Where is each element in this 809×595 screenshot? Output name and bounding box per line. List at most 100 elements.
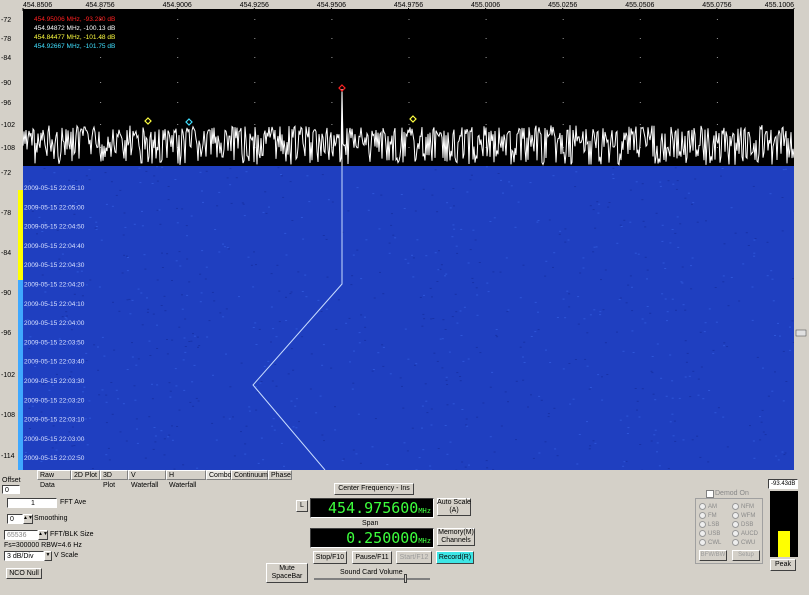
demod-mode-label: USB: [708, 531, 721, 538]
freq-tick-label: 454.9506: [317, 2, 346, 9]
level-meter: [770, 491, 798, 557]
demod-mode-wfm[interactable]: WFM: [732, 512, 755, 519]
demod-on-checkbox[interactable]: [706, 490, 714, 498]
waterfall-ytick-label: -108: [1, 412, 15, 419]
center-frequency-unit: MHz: [418, 507, 431, 515]
waterfall-ytick-label: -90: [1, 290, 11, 297]
tab-raw-data[interactable]: Raw Data: [37, 470, 71, 489]
right-scroll-track[interactable]: [794, 9, 809, 470]
waterfall-timestamp: 2009-05-15 22:05:10: [24, 185, 85, 192]
radio-icon: [732, 521, 739, 528]
vscale-select[interactable]: 3 dB/Div: [4, 551, 44, 561]
smoothing-input[interactable]: 0: [7, 514, 23, 524]
vscale-label: V Scale: [54, 552, 79, 559]
waterfall-timestamp: 2009-05-15 22:03:00: [24, 436, 85, 443]
freq-tick-label: 454.9756: [394, 2, 423, 9]
demod-mode-fm[interactable]: FM: [699, 512, 717, 519]
level-meter-fill: [778, 533, 790, 557]
pause-button[interactable]: Pause/F11: [352, 551, 392, 564]
stop-button[interactable]: Stop/F10: [313, 551, 347, 564]
level-color-bar: [18, 190, 23, 280]
volume-slider-track[interactable]: [314, 578, 430, 580]
demod-setup-button[interactable]: Setup: [732, 550, 760, 561]
demod-mode-aucd[interactable]: AUCD: [732, 530, 758, 537]
tab-2d-plot[interactable]: 2D Plot: [71, 470, 100, 480]
radio-icon: [699, 539, 706, 546]
spectrum-ytick-label: -108: [1, 145, 15, 152]
waterfall-timestamp: 2009-05-15 22:03:50: [24, 339, 85, 346]
demod-mode-am[interactable]: AM: [699, 503, 717, 510]
fft-ave-input[interactable]: 1: [7, 498, 57, 508]
tab-h-waterfall[interactable]: H Waterfall: [166, 470, 206, 489]
auto-scale-button[interactable]: Auto Scale (A): [437, 498, 471, 516]
chevron-down-icon: ▼: [45, 552, 51, 559]
level-color-bar-low: [18, 280, 23, 470]
memory-channels-button[interactable]: Memory(M) Channels: [437, 528, 475, 546]
plot-svg: 454.8506 454.8756 454.9006 454.9256 454.9506…: [0, 0, 809, 471]
center-frequency-display[interactable]: 454.975600MHz: [310, 498, 434, 518]
nco-null-button[interactable]: NCO Null: [6, 568, 42, 579]
waterfall-panel[interactable]: [23, 166, 794, 470]
smoothing-spinner[interactable]: ▲▼: [23, 514, 33, 524]
start-button[interactable]: Start/F12: [396, 551, 432, 564]
span-label: Span: [362, 520, 379, 527]
tab-continuum[interactable]: Continuum: [231, 470, 268, 480]
span-unit: MHz: [418, 537, 431, 545]
spectrum-ytick-label: -72: [1, 17, 11, 24]
demod-mode-label: CWU: [741, 540, 756, 547]
waterfall-timestamp: 2009-05-15 22:02:50: [24, 455, 85, 462]
spectrum-ytick-label: -102: [1, 122, 15, 129]
volume-slider-thumb[interactable]: [404, 574, 407, 583]
demod-mode-label: LSB: [708, 522, 720, 529]
demod-mode-label: FM: [708, 513, 717, 520]
waterfall-timestamp: 2009-05-15 22:04:20: [24, 282, 85, 289]
center-frequency-button[interactable]: Center Frequency - Ins: [334, 483, 414, 495]
waterfall-timestamp: 2009-05-15 22:04:50: [24, 224, 85, 231]
demod-mode-cwl[interactable]: CWL: [699, 539, 721, 546]
demod-mode-label: AUCD: [741, 531, 759, 538]
tab-v-waterfall[interactable]: V Waterfall: [128, 470, 166, 489]
waterfall-timestamp: 2009-05-15 22:04:30: [24, 262, 85, 269]
record-button[interactable]: Record(R): [436, 551, 474, 564]
freq-tick-label: 454.8756: [85, 2, 114, 9]
tab-3d-plot[interactable]: 3D Plot: [100, 470, 128, 489]
demod-mode-nfm[interactable]: NFM: [732, 503, 754, 510]
waterfall-timestamp: 2009-05-15 22:05:00: [24, 204, 85, 211]
offset-input[interactable]: 0: [2, 485, 20, 494]
tab-combo[interactable]: Combo: [206, 470, 232, 480]
demod-mode-lsb[interactable]: LSB: [699, 521, 719, 528]
waterfall-ytick-label: -78: [1, 210, 11, 217]
spectrum-ytick-label: -90: [1, 80, 11, 87]
waterfall-ytick-label: -102: [1, 372, 15, 379]
freq-tick-label: 455.0256: [548, 2, 577, 9]
sound-card-volume-label: Sound Card Volume: [340, 569, 403, 576]
fft-blk-spinner[interactable]: ▲▼: [38, 530, 48, 540]
waterfall-timestamp: 2009-05-15 22:03:10: [24, 417, 85, 424]
fft-blk-select[interactable]: 65536: [4, 530, 38, 540]
mute-button[interactable]: Mute SpaceBar: [266, 563, 308, 583]
l-button[interactable]: L: [296, 500, 308, 512]
demod-bw-button[interactable]: BFW/BW: [699, 550, 727, 561]
demod-mode-label: NFM: [741, 504, 754, 511]
demod-mode-label: DSB: [741, 522, 754, 529]
demod-mode-usb[interactable]: USB: [699, 530, 720, 537]
fft-ave-label: FFT Ave: [60, 499, 87, 506]
vscale-dropdown[interactable]: ▼: [44, 551, 52, 561]
freq-tick-label: 454.9006: [163, 2, 192, 9]
peak-button[interactable]: Peak: [770, 559, 796, 571]
freq-tick-label: 455.0006: [471, 2, 500, 9]
tab-phase[interactable]: Phase: [268, 470, 292, 480]
demod-mode-label: WFM: [741, 513, 756, 520]
radio-icon: [732, 503, 739, 510]
waterfall-timestamp: 2009-05-15 22:04:10: [24, 301, 85, 308]
radio-icon: [699, 512, 706, 519]
demod-mode-dsb[interactable]: DSB: [732, 521, 753, 528]
waterfall-timestamp: 2009-05-15 22:03:40: [24, 359, 85, 366]
right-scroll-thumb[interactable]: [795, 329, 807, 337]
spectrum-ytick-label: -78: [1, 36, 11, 43]
demod-mode-cwu[interactable]: CWU: [732, 539, 755, 546]
radio-icon: [699, 503, 706, 510]
marker-readout: 454.84477 MHz, -101.48 dB: [34, 34, 115, 41]
center-frequency-value: 454.975600: [328, 499, 419, 517]
span-display[interactable]: 0.250000MHz: [310, 528, 434, 548]
